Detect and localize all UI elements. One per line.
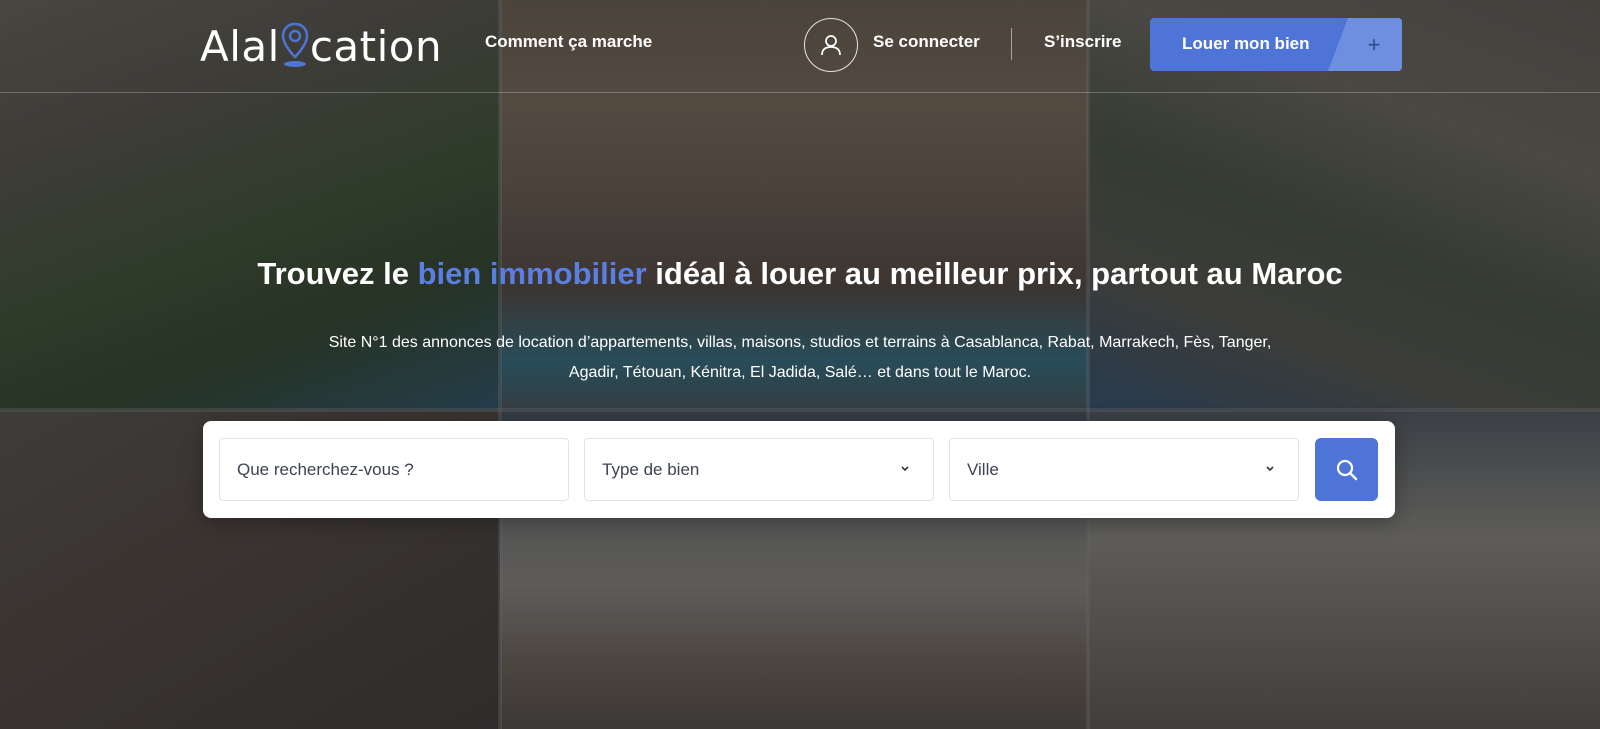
search-button[interactable] [1315, 438, 1378, 501]
city-select[interactable]: Ville [949, 438, 1299, 501]
signup-link[interactable]: S’inscrire [1044, 32, 1122, 52]
logo-text-start: Alal [200, 21, 280, 71]
login-link[interactable]: Se connecter [873, 32, 980, 52]
map-pin-icon [278, 20, 312, 72]
hero-section: Alal cation Comment ça marche Se connect… [0, 0, 1600, 729]
property-type-label: Type de bien [602, 460, 700, 479]
site-header: Alal cation Comment ça marche Se connect… [0, 0, 1600, 93]
hero-subtitle-line: Site N°1 des annonces de location d’appa… [328, 334, 1272, 351]
rent-my-property-button[interactable]: Louer mon bien + [1150, 18, 1402, 71]
city-label: Ville [967, 460, 999, 479]
hero-subtitle: Site N°1 des annonces de location d’appa… [280, 328, 1320, 388]
property-type-select[interactable]: Type de bien [584, 438, 934, 501]
headline-end: idéal à louer au meilleur prix, partout … [646, 256, 1343, 291]
header-divider [1011, 28, 1012, 60]
headline-start: Trouvez le [257, 256, 418, 291]
headline-accent: bien immobilier [417, 256, 647, 291]
search-panel: Type de bien Ville [203, 421, 1395, 518]
hero-subtitle-line: Agadir, Tétouan, Kénitra, El Jadida, Sal… [568, 364, 1032, 381]
site-logo[interactable]: Alal cation [200, 20, 442, 72]
logo-text-end: cation [309, 21, 443, 71]
user-icon[interactable] [804, 18, 858, 72]
plus-icon: + [1328, 18, 1402, 71]
chevron-down-icon [899, 463, 911, 475]
search-input[interactable] [220, 439, 568, 500]
chevron-down-icon [1264, 463, 1276, 475]
search-icon [1336, 459, 1357, 480]
nav-how-it-works-link[interactable]: Comment ça marche [485, 32, 652, 52]
hero-headline: Trouvez le bien immobilier idéal à louer… [0, 256, 1600, 292]
search-query-field [219, 438, 569, 501]
rent-button-label: Louer mon bien [1182, 34, 1310, 53]
